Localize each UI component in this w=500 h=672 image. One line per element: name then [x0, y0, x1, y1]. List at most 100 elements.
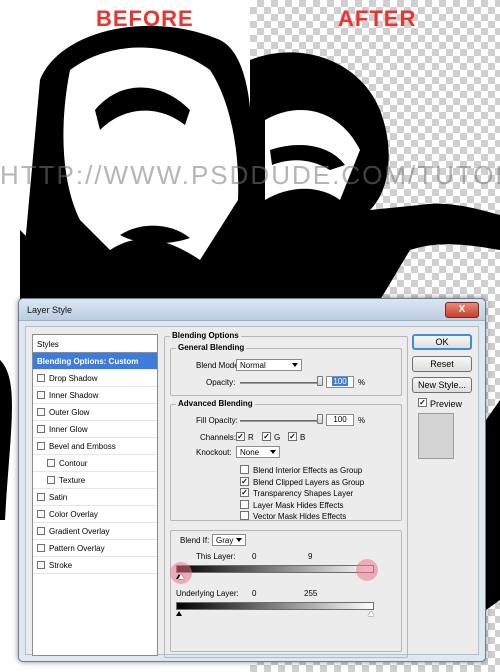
style-item-label: Blending Options: Custom [37, 357, 139, 366]
style-checkbox[interactable] [37, 390, 45, 399]
style-item[interactable]: Drop Shadow [33, 370, 157, 387]
knockout-value: None [240, 448, 260, 457]
ok-button[interactable]: OK [412, 334, 472, 350]
fill-opacity-slider-thumb[interactable] [317, 414, 323, 424]
style-checkbox[interactable] [37, 407, 45, 416]
style-checkbox[interactable] [47, 475, 55, 484]
channel-g-checkbox[interactable] [262, 432, 271, 441]
style-item[interactable]: Color Overlay [33, 506, 157, 523]
fill-opacity-percent: % [358, 416, 366, 425]
blend-if-select[interactable]: Gray [212, 534, 246, 546]
this-layer-white-slider[interactable] [178, 574, 184, 579]
layer-style-dialog: Layer Style X Styles Blending Options: C… [18, 298, 486, 662]
style-checkbox[interactable] [37, 543, 45, 552]
opacity-input[interactable]: 100 [326, 376, 354, 388]
underlying-black-slider[interactable] [176, 611, 182, 616]
advanced-option-checkbox[interactable] [240, 511, 249, 520]
style-item-label: Bevel and Emboss [49, 442, 116, 451]
opacity-slider-thumb[interactable] [317, 376, 323, 386]
preview-checkbox[interactable] [418, 398, 427, 407]
style-item[interactable]: Bevel and Emboss [33, 438, 157, 455]
style-item-label: Inner Shadow [49, 391, 99, 400]
advanced-option-label: Vector Mask Hides Effects [253, 512, 347, 521]
channel-b-checkbox[interactable] [288, 432, 297, 441]
style-checkbox[interactable] [47, 458, 55, 467]
fill-opacity-label: Fill Opacity: [196, 416, 238, 425]
close-button[interactable]: X [445, 302, 479, 318]
style-item-label: Contour [59, 459, 88, 468]
opacity-label: Opacity: [206, 378, 236, 387]
advanced-option-checkbox[interactable] [240, 465, 249, 474]
general-blending-group [170, 348, 402, 396]
underlying-white-slider[interactable] [368, 611, 374, 616]
style-item[interactable]: Outer Glow [33, 404, 157, 421]
chevron-down-icon [292, 363, 298, 367]
style-item[interactable]: Texture [33, 472, 157, 489]
highlight-circle [170, 562, 192, 584]
blend-mode-value: Normal [240, 361, 266, 370]
style-checkbox[interactable] [37, 560, 45, 569]
underlying-high-value: 255 [304, 589, 318, 598]
watermark-text: HTTP://WWW.PSDDUDE.COM/TUTORIALS/ [0, 160, 500, 190]
style-item[interactable]: Blending Options: Custom [33, 353, 157, 370]
new-style-button[interactable]: New Style... [412, 377, 472, 393]
style-item-label: Drop Shadow [49, 374, 98, 383]
style-item[interactable]: Contour [33, 455, 157, 472]
style-checkbox[interactable] [37, 441, 45, 450]
style-item-label: Gradient Overlay [49, 527, 110, 536]
dialog-content: Styles Blending Options: Custom Drop Shad… [25, 326, 479, 658]
advanced-option-label: Transparency Shapes Layer [253, 489, 354, 498]
underlying-low-value: 0 [252, 589, 257, 598]
style-item-label: Inner Glow [49, 425, 88, 434]
fill-opacity-slider[interactable] [240, 420, 322, 422]
style-item-label: Outer Glow [49, 408, 90, 417]
blending-options-title: Blending Options [170, 331, 241, 340]
knockout-label: Knockout: [196, 448, 232, 457]
style-item[interactable]: Satin [33, 489, 157, 506]
opacity-value: 100 [332, 377, 348, 386]
style-item-label: Satin [49, 493, 68, 502]
style-item-label: Color Overlay [49, 510, 98, 519]
chevron-down-icon [236, 538, 242, 542]
channel-r-checkbox[interactable] [236, 432, 245, 441]
dialog-title: Layer Style [27, 305, 73, 315]
this-layer-high-value: 9 [308, 552, 313, 561]
style-item[interactable]: Stroke [33, 557, 157, 574]
style-item-label: Pattern Overlay [49, 544, 105, 553]
blend-mode-select[interactable]: Normal [236, 359, 302, 371]
style-item[interactable]: Gradient Overlay [33, 523, 157, 540]
advanced-option-checkbox[interactable] [240, 488, 249, 497]
general-blending-title: General Blending [176, 343, 247, 352]
channel-b-label: B [300, 433, 306, 442]
style-item[interactable]: Inner Glow [33, 421, 157, 438]
reset-button[interactable]: Reset [412, 356, 472, 372]
style-checkbox[interactable] [37, 526, 45, 535]
channel-r-label: R [248, 433, 254, 442]
style-checkbox[interactable] [37, 424, 45, 433]
dialog-titlebar[interactable]: Layer Style X [19, 299, 485, 321]
this-layer-gradient-bar[interactable] [176, 565, 374, 573]
style-item-label: Texture [59, 476, 86, 485]
channel-g-label: G [274, 433, 281, 442]
chevron-down-icon [270, 450, 276, 454]
style-preview-swatch [418, 413, 454, 459]
style-checkbox[interactable] [37, 509, 45, 518]
blend-if-value: Gray [216, 536, 234, 545]
preview-label: Preview [430, 399, 463, 409]
advanced-option-checkbox[interactable] [240, 476, 249, 486]
underlying-gradient-bar[interactable] [176, 602, 374, 610]
opacity-slider[interactable] [240, 382, 322, 384]
fill-opacity-input[interactable]: 100 [326, 414, 354, 426]
styles-header[interactable]: Styles [33, 335, 157, 353]
advanced-option-checkbox[interactable] [240, 499, 249, 509]
style-checkbox[interactable] [37, 492, 45, 501]
channels-label: Channels: [200, 433, 237, 442]
before-label: BEFORE [96, 6, 194, 31]
style-checkbox[interactable] [37, 373, 45, 382]
advanced-option-label: Blend Interior Effects as Group [253, 466, 363, 475]
blend-mode-label: Blend Mode: [196, 361, 241, 370]
knockout-select[interactable]: None [236, 446, 280, 458]
style-item[interactable]: Pattern Overlay [33, 540, 157, 557]
this-layer-label: This Layer: [196, 552, 236, 561]
style-item[interactable]: Inner Shadow [33, 387, 157, 404]
